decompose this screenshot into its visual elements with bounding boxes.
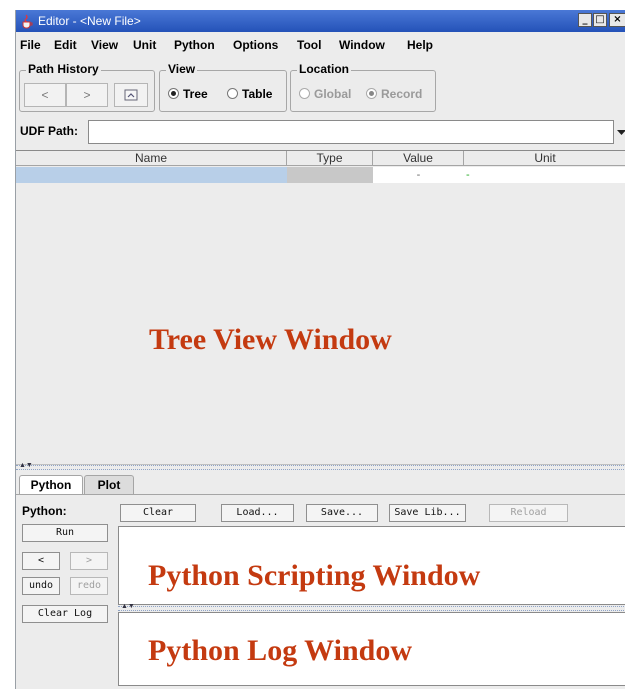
menu-window[interactable]: Window [339,38,385,52]
menu-options[interactable]: Options [233,38,278,52]
history-back-button[interactable]: < [24,83,66,107]
menu-python[interactable]: Python [174,38,215,52]
tree-view-window-label: Tree View Window [149,323,392,356]
clear-button[interactable]: Clear [120,504,196,522]
row-unit-cell[interactable]: - [464,167,625,183]
location-group: Location Global Record [290,62,436,112]
clear-log-button[interactable]: Clear Log [22,605,108,623]
view-title: View [166,62,198,76]
title-bar[interactable]: Editor - <New File> _ □ × [16,10,625,32]
reload-button[interactable]: Reload [489,504,568,522]
python-log-window-label: Python Log Window [148,634,412,667]
location-title: Location [297,62,351,76]
menu-help[interactable]: Help [407,38,433,52]
location-global-label: Global [314,87,352,101]
row-value-cell[interactable]: - [373,167,464,183]
path-history-group: Path History < > [19,62,155,112]
menu-unit[interactable]: Unit [133,38,156,52]
view-tree-radio[interactable]: Tree [168,87,208,101]
save-lib-button[interactable]: Save Lib... [389,504,466,522]
java-cup-icon [22,14,33,29]
menu-file[interactable]: File [20,38,41,52]
python-back-button[interactable]: < [22,552,60,570]
tab-plot[interactable]: Plot [84,475,134,495]
location-record-radio[interactable]: Record [366,87,422,101]
close-button[interactable]: × [609,13,625,27]
radio-selected-icon [366,88,377,99]
tab-python[interactable]: Python [19,475,83,495]
main-splitter[interactable]: ▲▼ [16,462,625,470]
redo-button[interactable]: redo [70,577,108,595]
menu-tool[interactable]: Tool [297,38,321,52]
view-tree-label: Tree [183,87,208,101]
python-log-area[interactable]: Python Log Window [118,612,625,686]
dropdown-arrow-icon[interactable] [614,120,625,144]
view-table-label: Table [242,87,273,101]
python-forward-button[interactable]: > [70,552,108,570]
location-record-label: Record [381,87,423,101]
column-type[interactable]: Type [287,151,373,166]
radio-selected-icon [168,88,179,99]
folder-home-icon [124,89,138,101]
editor-window: Editor - <New File> _ □ × File Edit View… [15,10,625,689]
radio-unselected-icon [299,88,310,99]
splitter-arrows-icon: ▲▼ [121,603,135,610]
table-row[interactable]: - - [16,167,625,183]
window-title: Editor - <New File> [38,14,141,28]
python-label: Python: [22,504,67,518]
python-scripting-window-label: Python Scripting Window [148,559,481,592]
maximize-button[interactable]: □ [593,13,607,27]
location-global-radio[interactable]: Global [299,87,351,101]
python-splitter[interactable]: ▲▼ [118,603,625,611]
tree-view-area[interactable]: Tree View Window [16,183,625,465]
radio-unselected-icon [227,88,238,99]
menu-view[interactable]: View [91,38,118,52]
save-button[interactable]: Save... [306,504,378,522]
column-value[interactable]: Value [373,151,464,166]
udf-path-input[interactable] [88,120,614,144]
menu-bar: File Edit View Unit Python Options Tool … [16,34,625,54]
history-forward-button[interactable]: > [66,83,108,107]
row-name-cell[interactable] [16,167,287,183]
column-unit[interactable]: Unit [464,151,625,166]
table-header: Name Type Value Unit [16,150,625,166]
view-table-radio[interactable]: Table [227,87,272,101]
run-button[interactable]: Run [22,524,108,542]
column-name[interactable]: Name [16,151,287,166]
history-home-button[interactable] [114,83,148,107]
undo-button[interactable]: undo [22,577,60,595]
menu-edit[interactable]: Edit [54,38,77,52]
splitter-arrows-icon: ▲▼ [19,462,33,469]
load-button[interactable]: Load... [221,504,294,522]
minimize-button[interactable]: _ [578,13,592,27]
udf-path-label: UDF Path: [20,124,78,138]
python-scripting-editor[interactable]: Python Scripting Window [118,526,625,605]
path-history-title: Path History [26,62,101,76]
python-panel: Python: Run < > undo redo Clear Log Clea… [16,494,625,689]
row-type-cell[interactable] [287,167,373,183]
view-group: View Tree Table [159,62,287,112]
